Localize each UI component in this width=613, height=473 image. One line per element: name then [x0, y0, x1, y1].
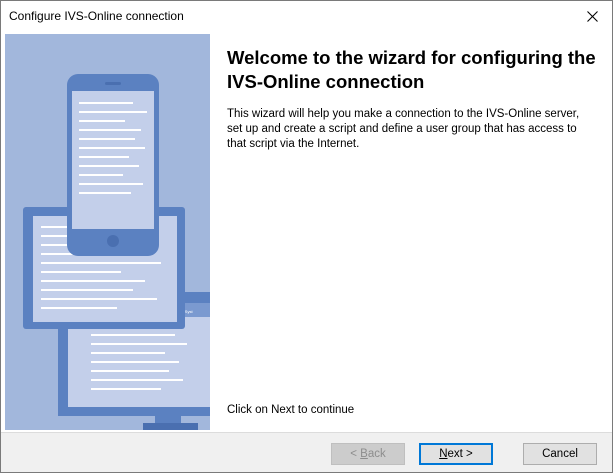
- back-button-label: ack: [367, 448, 386, 460]
- window-title: Configure IVS-Online connection: [9, 9, 184, 23]
- close-icon: [586, 10, 598, 22]
- title-bar: Configure IVS-Online connection: [1, 1, 612, 31]
- phone-illustration: [67, 74, 159, 256]
- wizard-content: Welcome to the wizard for configuring th…: [227, 34, 607, 430]
- button-bar: < Back Next > Cancel: [1, 432, 612, 472]
- continue-instruction: Click on Next to continue: [227, 404, 355, 416]
- next-button-mnemonic: N: [439, 448, 448, 460]
- wizard-heading: Welcome to the wizard for configuring th…: [227, 47, 596, 92]
- wizard-window: Configure IVS-Online connection Interact…: [0, 0, 613, 473]
- close-button[interactable]: [572, 1, 612, 31]
- back-button-mnemonic: B: [360, 448, 368, 460]
- back-button[interactable]: < Back: [331, 443, 405, 465]
- wizard-description: This wizard will help you make a connect…: [227, 108, 580, 150]
- next-button[interactable]: Next >: [419, 443, 493, 465]
- wizard-illustration-panel: Interactive Voting Syst: [5, 34, 210, 430]
- back-button-prefix: <: [350, 448, 361, 460]
- cancel-button[interactable]: Cancel: [523, 443, 597, 465]
- devices-illustration: Interactive Voting Syst: [23, 74, 210, 430]
- next-button-label: ext >: [447, 448, 473, 460]
- cancel-button-label: Cancel: [542, 448, 578, 460]
